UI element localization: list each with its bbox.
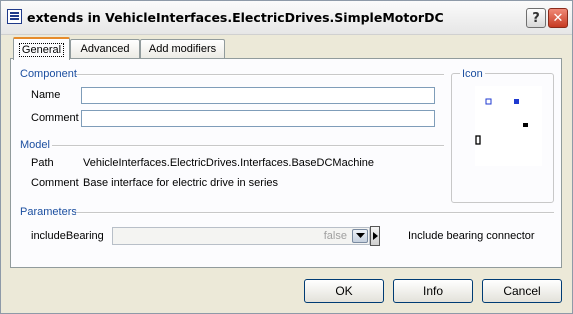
tab-add-modifiers[interactable]: Add modifiers — [140, 39, 225, 58]
include-bearing-label: includeBearing — [31, 230, 104, 242]
model-icon-preview — [475, 86, 542, 166]
chevron-right-icon[interactable] — [370, 226, 380, 246]
close-button[interactable]: ✕ — [548, 8, 568, 28]
chevron-down-icon[interactable] — [352, 229, 368, 243]
name-field[interactable] — [81, 87, 435, 104]
include-bearing-value: false — [323, 230, 347, 242]
tab-advanced[interactable]: Advanced — [70, 39, 140, 58]
info-button[interactable]: Info — [393, 279, 473, 303]
comment-label: Comment — [31, 112, 79, 124]
model-section-title: Model — [20, 139, 50, 151]
tab-general[interactable]: General — [13, 37, 70, 60]
model-comment-label: Comment — [31, 177, 79, 189]
connector-icons — [475, 98, 528, 145]
path-value: VehicleInterfaces.ElectricDrives.Interfa… — [83, 157, 375, 169]
name-label: Name — [31, 89, 61, 101]
ok-button[interactable]: OK — [304, 279, 384, 303]
window-title: extends in VehicleInterfaces.ElectricDri… — [27, 10, 444, 25]
path-label: Path — [31, 157, 54, 169]
include-bearing-select[interactable]: false — [112, 227, 370, 245]
comment-field[interactable] — [81, 110, 435, 127]
include-bearing-description: Include bearing connector — [408, 230, 535, 242]
parameters-divider — [76, 212, 554, 214]
parameters-section-title: Parameters — [20, 206, 77, 218]
dialog-app-icon — [7, 9, 22, 24]
component-section-title: Component — [20, 68, 77, 80]
help-button[interactable]: ? — [526, 8, 546, 28]
icon-section-title: Icon — [460, 68, 485, 80]
model-divider — [52, 145, 444, 147]
component-divider — [76, 74, 444, 76]
tab-general-label: General — [18, 42, 65, 57]
title-bar: extends in VehicleInterfaces.ElectricDri… — [1, 1, 572, 35]
cancel-button[interactable]: Cancel — [482, 279, 562, 303]
model-comment-value: Base interface for electric drive in ser… — [83, 177, 279, 189]
